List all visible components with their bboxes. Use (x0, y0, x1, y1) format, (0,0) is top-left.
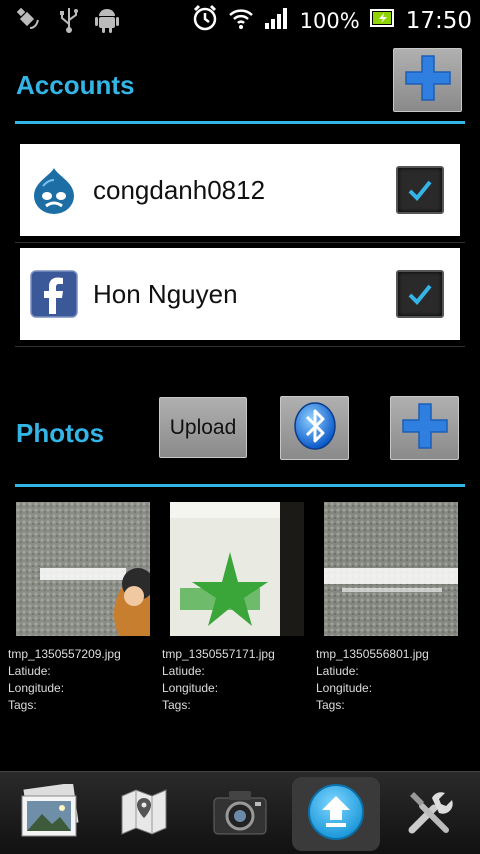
photo-tags: Tags: (162, 698, 191, 712)
photo-thumbnail[interactable] (16, 502, 150, 636)
photo-caption: tmp_1350556801.jpg Latiude: Longitude: T… (316, 646, 429, 714)
upload-icon (306, 782, 366, 846)
android-icon (94, 6, 120, 38)
battery-icon (369, 8, 396, 33)
usb-icon (58, 6, 80, 38)
status-bar: 100% 17:50 (0, 0, 480, 40)
account-row-facebook[interactable]: Hon Nguyen (20, 248, 460, 340)
map-icon (116, 784, 172, 844)
upload-button[interactable]: Upload (159, 397, 247, 458)
plus-icon (404, 54, 452, 106)
bluetooth-icon (290, 401, 340, 455)
plus-icon (401, 402, 449, 454)
tab-camera[interactable] (196, 777, 284, 851)
photos-title: Photos (16, 418, 105, 448)
photo-filename: tmp_1350557209.jpg (8, 647, 121, 661)
satellite-icon (16, 6, 44, 38)
tab-map[interactable] (100, 777, 188, 851)
alarm-icon (192, 4, 218, 37)
settings-icon (402, 784, 458, 844)
bottom-tab-bar (0, 771, 480, 854)
tab-upload[interactable] (292, 777, 380, 851)
photo-latitude: Latiude: (162, 664, 205, 678)
photo-caption: tmp_1350557209.jpg Latiude: Longitude: T… (8, 646, 121, 714)
account-checkbox[interactable] (396, 166, 444, 214)
photo-tags: Tags: (316, 698, 345, 712)
photo-thumbnail[interactable] (324, 502, 458, 636)
bluetooth-button[interactable] (280, 396, 349, 460)
camera-icon (211, 786, 269, 842)
gallery-icon (18, 782, 82, 844)
add-account-button[interactable] (393, 48, 462, 112)
account-name: Hon Nguyen (93, 279, 238, 309)
row-divider (15, 346, 465, 347)
tab-gallery[interactable] (6, 777, 94, 851)
photo-filename: tmp_1350556801.jpg (316, 647, 429, 661)
checkmark-icon (408, 284, 432, 305)
checkmark-icon (408, 180, 432, 201)
clock: 17:50 (405, 7, 472, 34)
accounts-title: Accounts (16, 70, 135, 100)
tab-settings[interactable] (386, 777, 474, 851)
photo-thumbnail[interactable] (170, 502, 304, 636)
photo-longitude: Longitude: (162, 681, 219, 695)
photo-filename: tmp_1350557171.jpg (162, 647, 275, 661)
accounts-divider (15, 121, 465, 124)
account-row-drupal[interactable]: congdanh0812 (20, 144, 460, 236)
battery-percent: 100% (299, 8, 360, 33)
account-name: congdanh0812 (93, 175, 266, 205)
row-divider (15, 242, 465, 243)
photo-latitude: Latiude: (8, 664, 51, 678)
photo-longitude: Longitude: (316, 681, 373, 695)
photo-caption: tmp_1350557171.jpg Latiude: Longitude: T… (162, 646, 275, 714)
photo-latitude: Latiude: (316, 664, 359, 678)
photos-divider (15, 484, 465, 487)
account-checkbox[interactable] (396, 270, 444, 318)
photo-tags: Tags: (8, 698, 37, 712)
signal-icon (264, 6, 290, 35)
facebook-icon (30, 270, 78, 318)
photo-longitude: Longitude: (8, 681, 65, 695)
add-photo-button[interactable] (390, 396, 459, 460)
wifi-icon (228, 6, 254, 35)
drupal-icon (30, 166, 78, 214)
